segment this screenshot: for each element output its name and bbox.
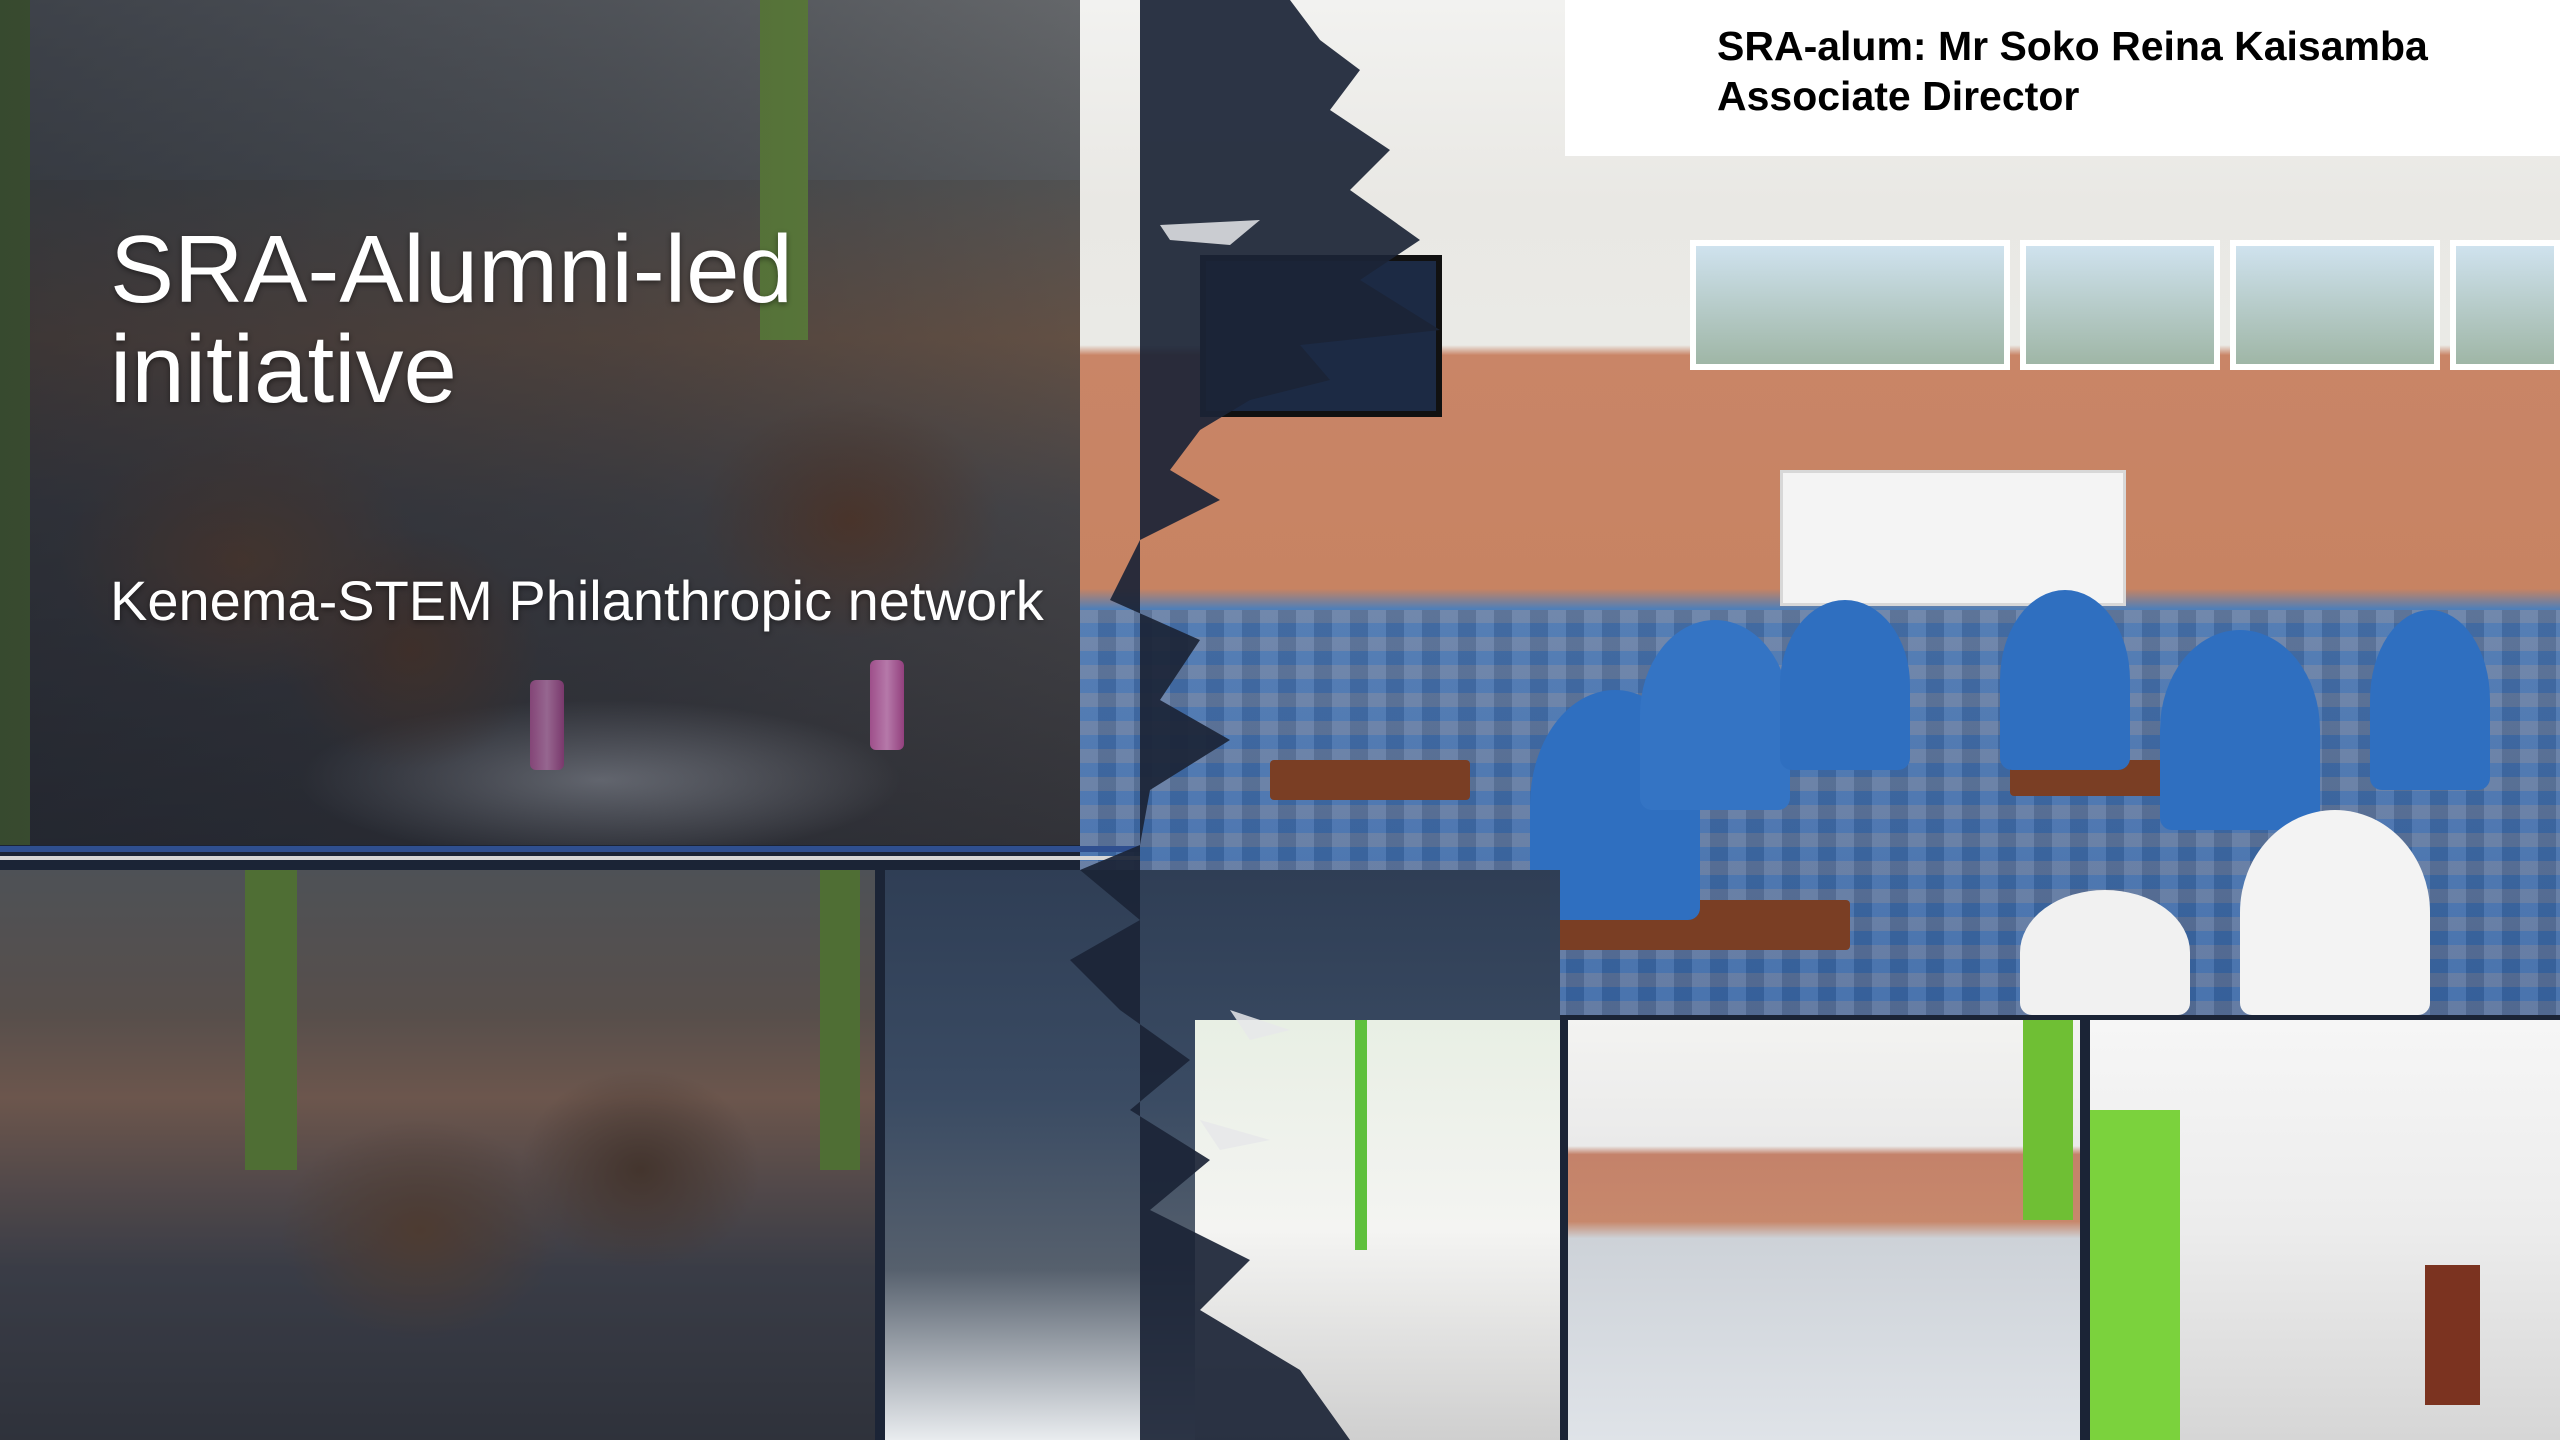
photo-bright-classroom [1195,1020,1560,1440]
photo-student [2370,610,2490,790]
photo-window [2450,240,2560,370]
photo-green-pillar [2090,1110,2180,1440]
photo-student [2000,590,2130,770]
section-divider [0,856,1140,860]
photo-cabinet [1780,470,2126,606]
photo-student [2020,890,2190,1015]
photo-desk [1270,760,1470,800]
photo-classroom-desks [1568,1020,2080,1440]
photo-students-dining [0,870,875,1440]
photo-student [2240,810,2430,1015]
credit-role: Associate Director [1717,73,2080,119]
photo-window [1690,240,2010,370]
photo-window [2020,240,2220,370]
photo-green-window-frame [1355,1020,1367,1250]
photo-window [2230,240,2440,370]
credit-box: SRA-alum: Mr Soko Reina Kaisamba Associa… [1565,0,2560,156]
photo-shade-overlay [0,870,875,1440]
slide-title: SRA-Alumni-led initiative [110,216,793,423]
section-divider [0,846,1140,852]
slide: SRA-Alumni-led initiative Kenema-STEM Ph… [0,0,2560,1440]
photo-student [1780,600,1910,770]
photo-student [2160,630,2320,830]
photo-student [1640,620,1790,810]
photo-tv-screen [1200,255,1442,417]
credit-name: SRA-alum: Mr Soko Reina Kaisamba [1717,23,2428,69]
photo-door [2425,1265,2480,1405]
photo-classroom-laptop [885,870,1560,1440]
photo-green-pillar [2023,1020,2073,1220]
photo-classroom-wide [2090,1020,2560,1440]
slide-subtitle: Kenema-STEM Philanthropic network [110,569,1044,632]
